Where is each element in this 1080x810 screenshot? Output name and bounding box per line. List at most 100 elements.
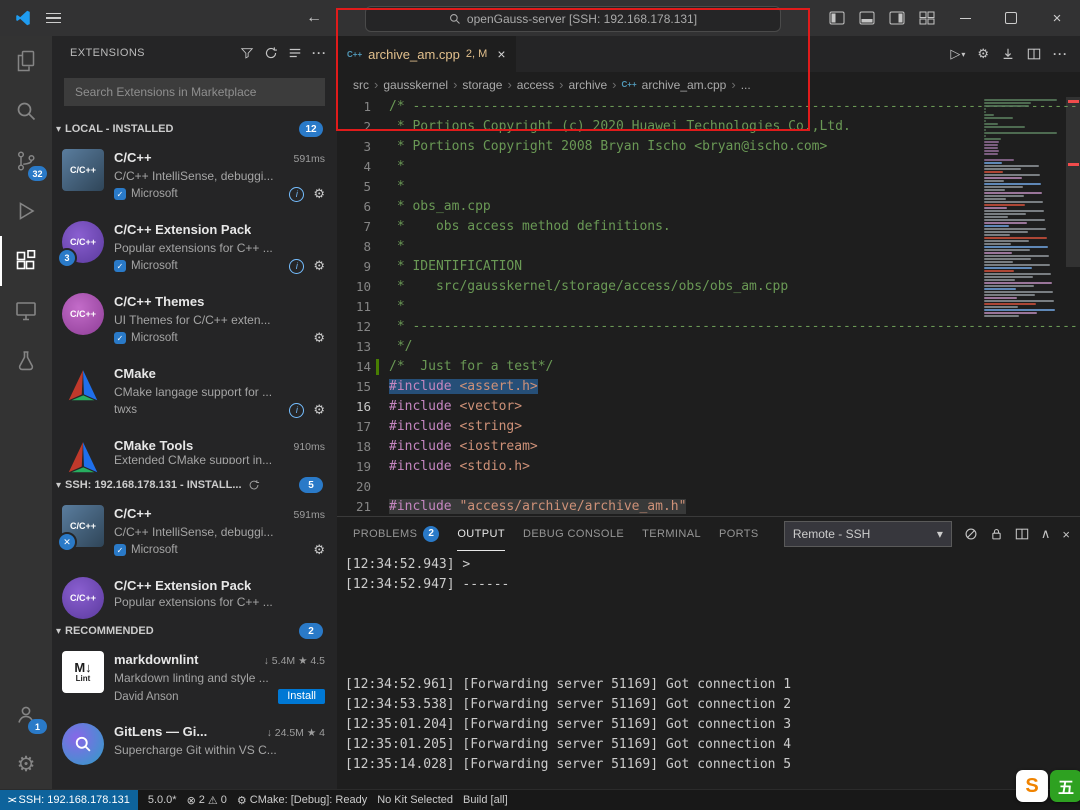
breadcrumb-item[interactable]: src: [353, 78, 369, 92]
overview-ruler[interactable]: [1066, 97, 1080, 516]
toggle-secondary-sidebar-icon[interactable]: [882, 0, 912, 36]
line-number-gutter[interactable]: 19: [337, 457, 389, 477]
code-line[interactable]: 5 *: [337, 177, 1080, 197]
line-number-gutter[interactable]: 13: [337, 337, 389, 357]
info-icon[interactable]: i: [289, 187, 304, 202]
output-console[interactable]: [12:34:52.943] >[12:34:52.947] ------ [1…: [337, 551, 1080, 789]
activity-extensions[interactable]: [0, 236, 52, 286]
code-line[interactable]: 7 * obs access method definitions.: [337, 217, 1080, 237]
branch-indicator[interactable]: 5.0.0*: [148, 794, 177, 806]
breadcrumb-item[interactable]: gausskernel: [383, 78, 448, 92]
code-line[interactable]: 8 *: [337, 237, 1080, 257]
line-number-gutter[interactable]: 20: [337, 477, 389, 497]
line-number-gutter[interactable]: 1: [337, 97, 389, 117]
tab-archive-am-cpp[interactable]: C++ archive_am.cpp 2, M ×: [337, 36, 517, 72]
line-number-gutter[interactable]: 17: [337, 417, 389, 437]
download-icon[interactable]: [1001, 47, 1015, 61]
activity-testing[interactable]: [0, 336, 52, 386]
code-line[interactable]: 21#include "access/archive/archive_am.h": [337, 497, 1080, 516]
panel-tab-problems[interactable]: PROBLEMS2: [353, 517, 439, 551]
close-window-button[interactable]: ×: [1034, 0, 1080, 36]
panel-tab-ports[interactable]: PORTS: [719, 517, 759, 551]
activity-run-debug[interactable]: [0, 186, 52, 236]
maximize-panel-icon[interactable]: ∧: [1041, 526, 1051, 542]
menu-icon[interactable]: [46, 13, 61, 24]
refresh-icon[interactable]: [264, 46, 278, 60]
code-line[interactable]: 18#include <iostream>: [337, 437, 1080, 457]
line-number-gutter[interactable]: 3: [337, 137, 389, 157]
line-number-gutter[interactable]: 5: [337, 177, 389, 197]
line-number-gutter[interactable]: 21: [337, 497, 389, 516]
line-number-gutter[interactable]: 8: [337, 237, 389, 257]
activity-explorer[interactable]: [0, 36, 52, 86]
line-number-gutter[interactable]: 18: [337, 437, 389, 457]
extensions-section-header[interactable]: ▾SSH: 192.168.178.131 - INSTALL...5: [52, 474, 337, 496]
line-number-gutter[interactable]: 14: [337, 357, 389, 377]
extension-item[interactable]: CMakeCMake langage support for ...twxsi⚙: [52, 356, 337, 428]
gear-icon[interactable]: ⚙: [313, 402, 325, 418]
toggle-sidebar-icon[interactable]: [822, 0, 852, 36]
line-number-gutter[interactable]: 2: [337, 117, 389, 137]
breadcrumb-item[interactable]: ...: [741, 78, 751, 92]
clear-extensions-icon[interactable]: [288, 46, 302, 60]
line-number-gutter[interactable]: 7: [337, 217, 389, 237]
extensions-section-header[interactable]: ▾LOCAL - INSTALLED12: [52, 118, 337, 140]
code-line[interactable]: 6 * obs_am.cpp: [337, 197, 1080, 217]
activity-remote-explorer[interactable]: [0, 286, 52, 336]
line-number-gutter[interactable]: 4: [337, 157, 389, 177]
scrollbar[interactable]: [1066, 97, 1080, 267]
titlebar-search[interactable]: openGauss-server [SSH: 192.168.178.131]: [365, 6, 781, 32]
info-icon[interactable]: i: [289, 403, 304, 418]
code-line[interactable]: 17#include <string>: [337, 417, 1080, 437]
kit-status[interactable]: No Kit Selected: [377, 794, 453, 806]
gear-icon[interactable]: ⚙: [313, 186, 325, 202]
line-number-gutter[interactable]: 11: [337, 297, 389, 317]
line-number-gutter[interactable]: 9: [337, 257, 389, 277]
extension-item[interactable]: C/C++3C/C++ Extension PackPopular extens…: [52, 212, 337, 284]
code-line[interactable]: 1/* ------------------------------------…: [337, 97, 1080, 117]
clear-output-icon[interactable]: [964, 527, 978, 541]
line-number-gutter[interactable]: 6: [337, 197, 389, 217]
code-line[interactable]: 15#include <assert.h>: [337, 377, 1080, 397]
activity-search[interactable]: [0, 86, 52, 136]
more-actions-icon[interactable]: ···: [312, 46, 327, 60]
line-number-gutter[interactable]: 16: [337, 397, 389, 417]
code-line[interactable]: 16#include <vector>: [337, 397, 1080, 417]
line-number-gutter[interactable]: 10: [337, 277, 389, 297]
lock-icon[interactable]: [990, 527, 1003, 541]
split-panel-icon[interactable]: [1015, 527, 1029, 541]
extension-item[interactable]: C/C++✕C/C++591msC/C++ IntelliSense, debu…: [52, 496, 337, 568]
extension-item[interactable]: GitLens — Gi...↓ 24.5M ★ 4Supercharge Gi…: [52, 714, 337, 770]
code-line[interactable]: 14/* Just for a test*/: [337, 357, 1080, 377]
gear-icon[interactable]: ⚙: [313, 542, 325, 558]
gear-icon[interactable]: ⚙: [313, 258, 325, 274]
extension-item[interactable]: M↓Lintmarkdownlint↓ 5.4M ★ 4.5Markdown l…: [52, 642, 337, 714]
breadcrumb-item[interactable]: storage: [462, 78, 502, 92]
activity-account[interactable]: 1: [0, 689, 52, 739]
code-line[interactable]: 4 *: [337, 157, 1080, 177]
install-button[interactable]: Install: [278, 689, 325, 704]
cmake-status[interactable]: ⚙CMake: [Debug]: Ready: [237, 794, 367, 807]
extension-item[interactable]: C/C++C/C++ ThemesUI Themes for C/C++ ext…: [52, 284, 337, 356]
minimize-button[interactable]: [942, 0, 988, 36]
activity-settings[interactable]: ⚙: [0, 739, 52, 789]
breadcrumb-item[interactable]: archive: [568, 78, 607, 92]
activity-source-control[interactable]: 32: [0, 136, 52, 186]
breadcrumb-item[interactable]: archive_am.cpp: [642, 78, 727, 92]
extension-item[interactable]: CMake Tools910msExtended CMake support i…: [52, 428, 337, 474]
extension-item[interactable]: C/C++C/C++591msC/C++ IntelliSense, debug…: [52, 140, 337, 212]
code-line[interactable]: 2 * Portions Copyright (c) 2020 Huawei T…: [337, 117, 1080, 137]
code-line[interactable]: 19#include <stdio.h>: [337, 457, 1080, 477]
code-line[interactable]: 11 *: [337, 297, 1080, 317]
maximize-button[interactable]: [988, 0, 1034, 36]
run-button[interactable]: ▷▾: [950, 46, 965, 62]
line-number-gutter[interactable]: 12: [337, 317, 389, 337]
toggle-panel-icon[interactable]: [852, 0, 882, 36]
filter-icon[interactable]: [240, 46, 254, 60]
extensions-search-input[interactable]: [73, 84, 316, 100]
build-button[interactable]: Build [all]: [463, 794, 508, 806]
minimap[interactable]: [980, 99, 1066, 318]
panel-tab-output[interactable]: OUTPUT: [457, 517, 505, 551]
back-arrow-icon[interactable]: ←: [306, 0, 322, 36]
extension-item[interactable]: C/C++C/C++ Extension PackPopular extensi…: [52, 568, 337, 620]
